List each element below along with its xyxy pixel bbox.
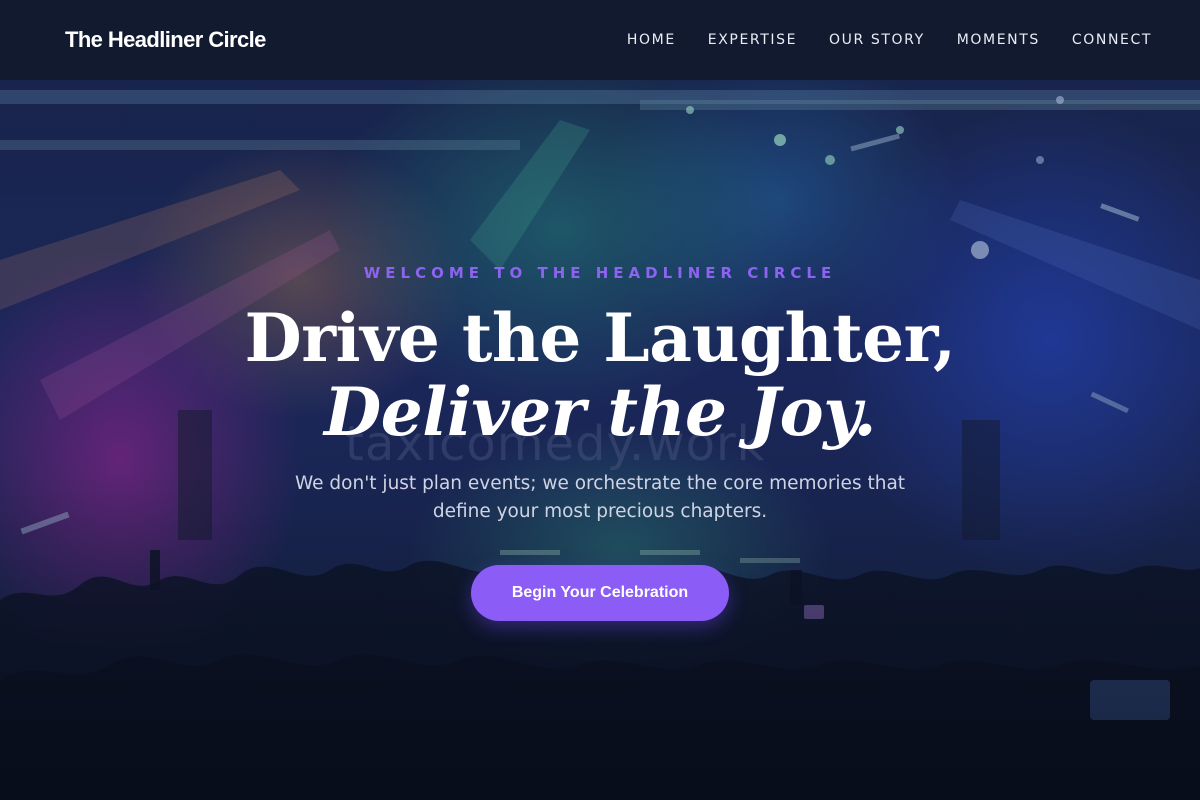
- top-navbar: The Headliner Circle HOME EXPERTISE OUR …: [0, 0, 1200, 80]
- hero-section: WELCOME TO THE HEADLINER CIRCLE Drive th…: [0, 80, 1200, 800]
- brand-logo[interactable]: The Headliner Circle: [65, 27, 266, 53]
- nav-link-expertise[interactable]: EXPERTISE: [708, 32, 797, 48]
- begin-celebration-button[interactable]: Begin Your Celebration: [471, 565, 729, 621]
- nav-link-our-story[interactable]: OUR STORY: [829, 32, 925, 48]
- nav-link-home[interactable]: HOME: [627, 32, 676, 48]
- nav-link-connect[interactable]: CONNECT: [1072, 32, 1152, 48]
- hero-headline-line1: Drive the Laughter,: [244, 299, 956, 377]
- hero-eyebrow: WELCOME TO THE HEADLINER CIRCLE: [363, 264, 837, 282]
- hero-subtext: We don't just plan events; we orchestrat…: [294, 473, 906, 522]
- nav-links: HOME EXPERTISE OUR STORY MOMENTS CONNECT: [627, 32, 1152, 48]
- hero-headline-line2: Deliver the Joy.: [324, 373, 876, 451]
- nav-link-moments[interactable]: MOMENTS: [957, 32, 1040, 48]
